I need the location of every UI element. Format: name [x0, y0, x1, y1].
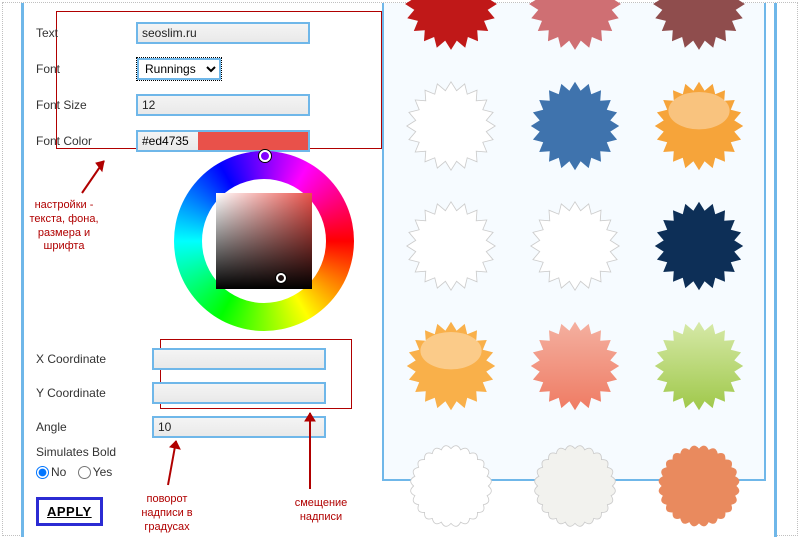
editor-panel: Text Font Runnings Font Size Font Color … — [21, 3, 777, 537]
template-item[interactable] — [392, 69, 510, 183]
annotation-settings: настройки - текста, фона, размера и шриф… — [21, 199, 107, 254]
template-item[interactable] — [640, 69, 758, 183]
template-item[interactable] — [640, 429, 758, 543]
color-ring-marker[interactable] — [259, 150, 271, 162]
radio-yes-label[interactable]: Yes — [78, 465, 113, 479]
annotation-offset: смещение надписи — [286, 497, 356, 525]
template-item[interactable] — [392, 3, 510, 63]
template-gallery — [382, 3, 766, 481]
radio-no-label[interactable]: No — [36, 465, 66, 479]
text-label: Text — [36, 26, 136, 40]
radio-yes[interactable] — [78, 466, 91, 479]
fontsize-input[interactable] — [136, 94, 310, 116]
template-item[interactable] — [392, 429, 510, 543]
xcoord-label: X Coordinate — [36, 352, 152, 366]
fontcolor-swatch — [198, 132, 308, 150]
color-square-marker[interactable] — [276, 273, 286, 283]
ycoord-input[interactable] — [152, 382, 326, 404]
ycoord-label: Y Coordinate — [36, 386, 152, 400]
font-select[interactable]: Runnings — [137, 58, 221, 80]
template-item[interactable] — [516, 309, 634, 423]
color-picker-square[interactable] — [216, 193, 312, 289]
template-item[interactable] — [640, 3, 758, 63]
radio-no[interactable] — [36, 466, 49, 479]
template-item[interactable] — [516, 189, 634, 303]
font-label: Font — [36, 62, 136, 76]
apply-button[interactable]: APPLY — [36, 497, 103, 526]
template-item[interactable] — [392, 189, 510, 303]
fontcolor-input[interactable]: #ed4735 — [136, 130, 310, 152]
xcoord-input[interactable] — [152, 348, 326, 370]
arrow-icon — [158, 433, 188, 493]
template-item[interactable] — [516, 69, 634, 183]
template-item[interactable] — [516, 3, 634, 63]
fontsize-label: Font Size — [36, 98, 136, 112]
text-input[interactable] — [136, 22, 310, 44]
template-item[interactable] — [516, 429, 634, 543]
text-settings-form: Text Font Runnings Font Size Font Color … — [36, 17, 366, 165]
template-item[interactable] — [392, 309, 510, 423]
arrow-icon — [296, 407, 326, 495]
angle-label: Angle — [36, 420, 152, 434]
fontcolor-label: Font Color — [36, 134, 136, 148]
arrow-icon — [74, 153, 114, 199]
annotation-rotation: поворот надписи в градусах — [132, 493, 202, 534]
simbold-label: Simulates Bold — [36, 445, 236, 459]
template-item[interactable] — [640, 309, 758, 423]
color-wheel[interactable] — [174, 151, 354, 331]
template-item[interactable] — [640, 189, 758, 303]
